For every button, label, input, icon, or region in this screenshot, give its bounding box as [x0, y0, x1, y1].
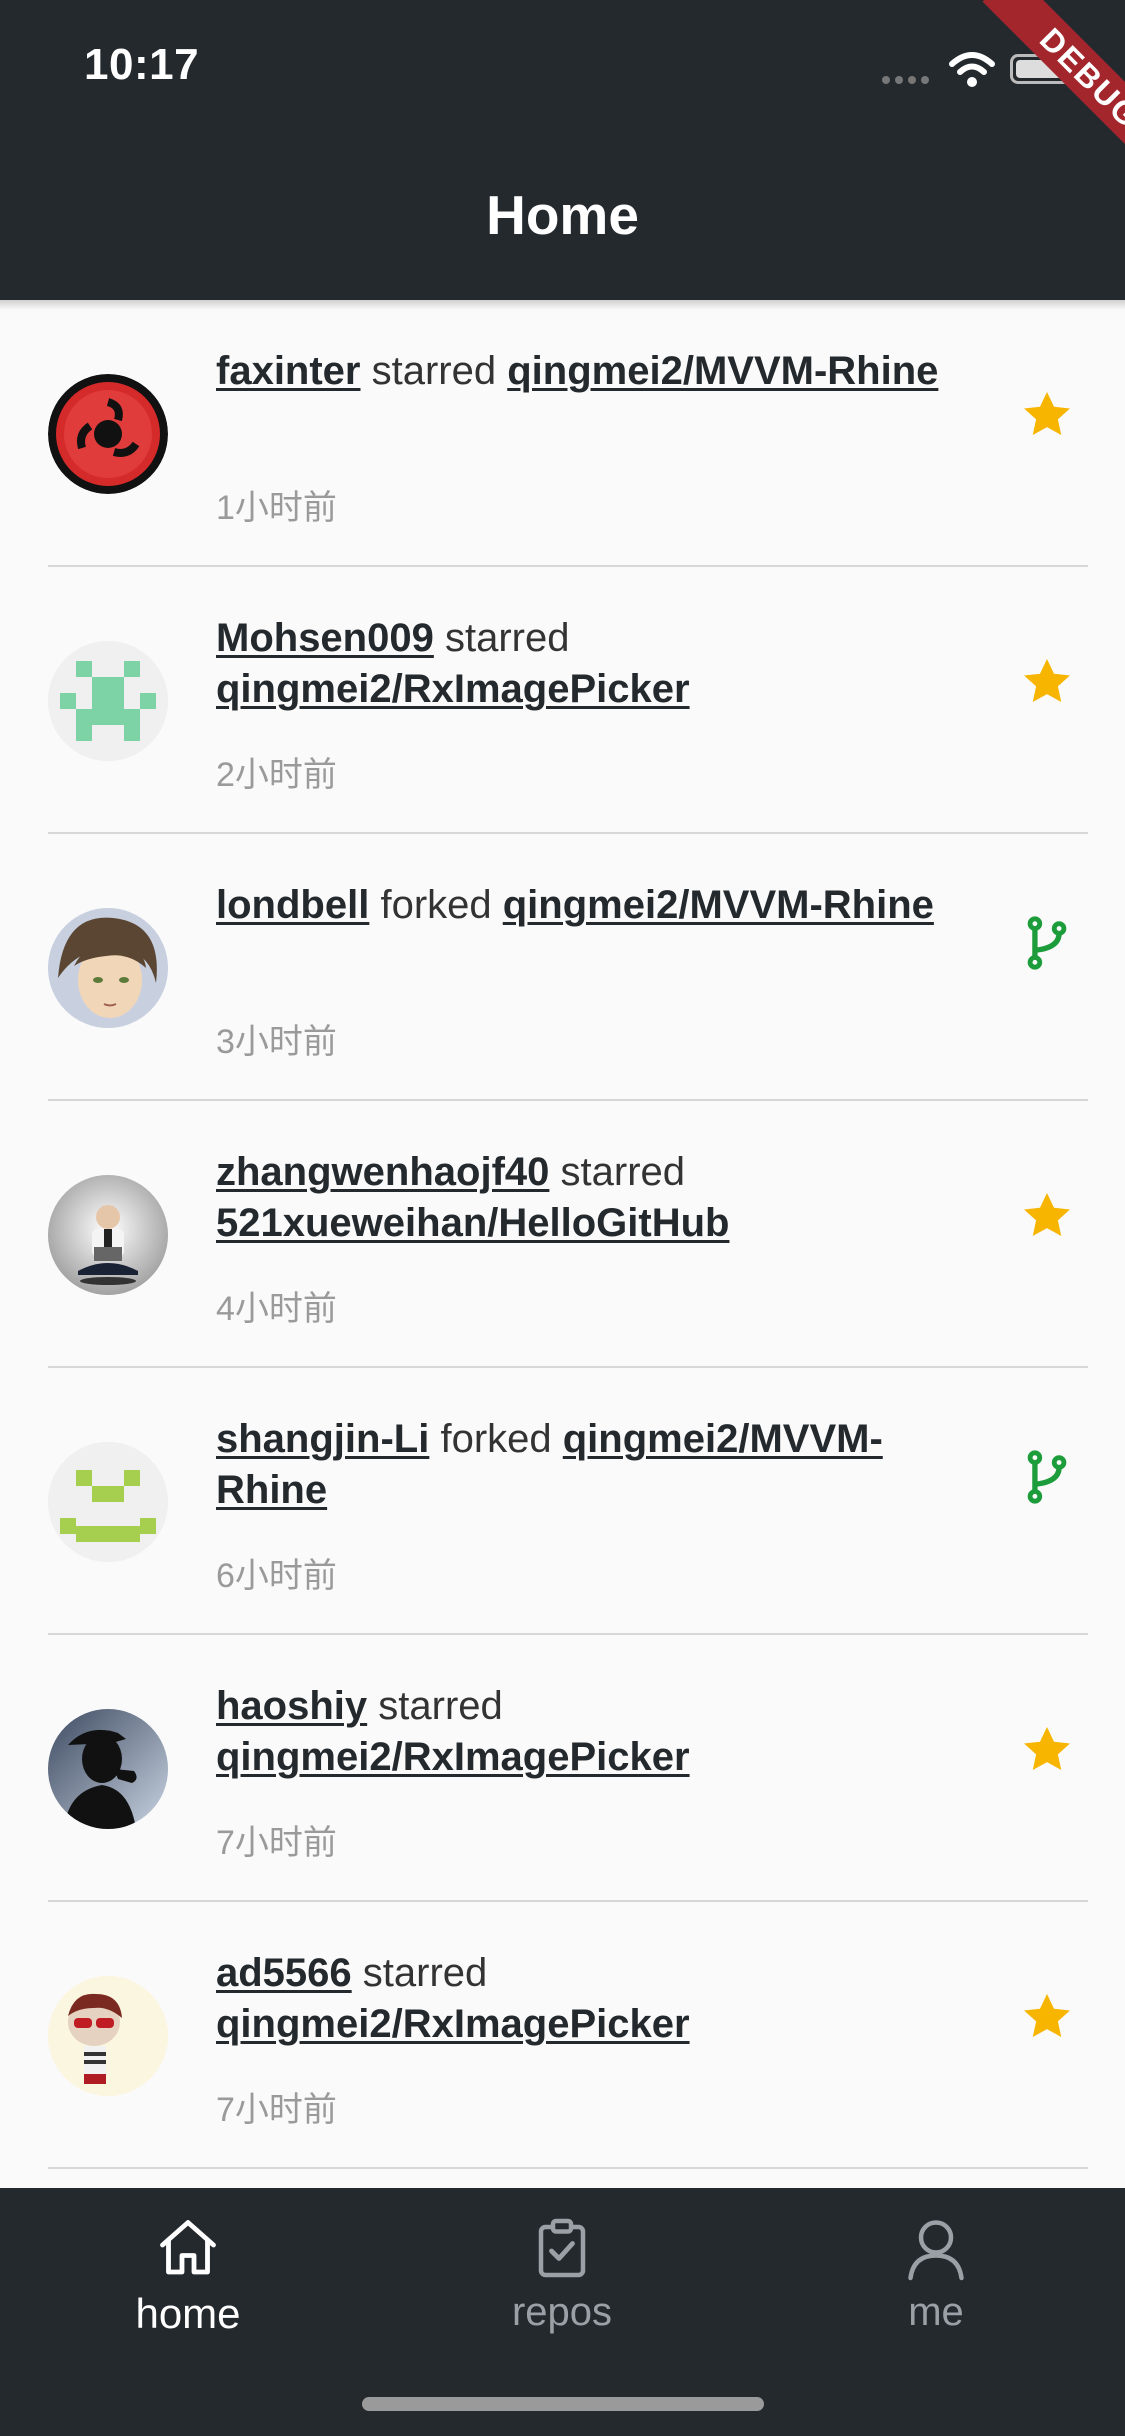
- actor-link[interactable]: shangjin-Li: [216, 1417, 429, 1461]
- star-icon: [1024, 392, 1070, 436]
- action-text: starred: [444, 616, 570, 660]
- star-icon: [1024, 1193, 1070, 1237]
- timestamp: 1小时前: [216, 489, 337, 527]
- nav-me[interactable]: me: [826, 2212, 1046, 2372]
- actor-link[interactable]: zhangwenhaojf40: [216, 1150, 549, 1194]
- actor-link[interactable]: faxinter: [216, 349, 361, 393]
- actor-link[interactable]: londbell: [216, 883, 369, 927]
- feed-item[interactable]: haoshiy starred qingmei2/RxImagePicker 7…: [0, 1635, 1125, 1902]
- star-icon: [1024, 1727, 1070, 1771]
- action-text: forked: [440, 1417, 552, 1461]
- repo-link[interactable]: qingmei2/RxImagePicker: [216, 2002, 690, 2046]
- actor-link[interactable]: haoshiy: [216, 1684, 367, 1728]
- timestamp: 7小时前: [216, 1824, 337, 1862]
- nav-repos[interactable]: repos: [452, 2212, 672, 2372]
- action-text: forked: [380, 883, 492, 927]
- avatar[interactable]: [48, 1175, 168, 1295]
- action-text: starred: [371, 349, 497, 393]
- home-indicator[interactable]: [362, 2397, 764, 2411]
- avatar[interactable]: [48, 1976, 168, 2096]
- actor-link[interactable]: ad5566: [216, 1951, 352, 1995]
- feed-item[interactable]: Mohsen009 starred qingmei2/RxImagePicker…: [0, 567, 1125, 834]
- clipboard-check-icon: [538, 2218, 586, 2278]
- timestamp: 7小时前: [216, 2091, 337, 2129]
- star-icon: [1024, 1994, 1070, 2038]
- divider: [48, 2167, 1088, 2169]
- timestamp: 4小时前: [216, 1290, 337, 1328]
- actor-link[interactable]: Mohsen009: [216, 616, 434, 660]
- feed-item[interactable]: ad5566 starred qingmei2/RxImagePicker 7小…: [0, 1902, 1125, 2169]
- repo-link[interactable]: 521xueweihan/HelloGitHub: [216, 1201, 729, 1245]
- feed-item[interactable]: londbell forked qingmei2/MVVM-Rhine 3小时前: [0, 834, 1125, 1101]
- wifi-icon: [949, 52, 995, 87]
- timestamp: 2小时前: [216, 756, 337, 794]
- page-title: Home: [486, 184, 639, 246]
- repo-link[interactable]: qingmei2/MVVM-Rhine: [503, 883, 934, 927]
- nav-home-label: home: [135, 2290, 241, 2337]
- nav-home[interactable]: home: [78, 2212, 298, 2372]
- avatar[interactable]: [48, 641, 168, 761]
- event-feed: faxinter starred qingmei2/MVVM-Rhine 1小时…: [0, 300, 1125, 2188]
- star-icon: [1024, 659, 1070, 703]
- action-text: starred: [378, 1684, 503, 1728]
- repo-link[interactable]: qingmei2/RxImagePicker: [216, 667, 690, 711]
- avatar[interactable]: [48, 1442, 168, 1562]
- feed-item[interactable]: faxinter starred qingmei2/MVVM-Rhine 1小时…: [0, 300, 1125, 567]
- feed-item[interactable]: shangjin-Li forked qingmei2/MVVM-Rhine 6…: [0, 1368, 1125, 1635]
- nav-me-label: me: [908, 2290, 964, 2334]
- repo-link[interactable]: qingmei2/MVVM-Rhine: [507, 349, 938, 393]
- avatar[interactable]: [48, 374, 168, 494]
- status-time: 10:17: [84, 40, 200, 89]
- nav-repos-label: repos: [511, 2290, 613, 2334]
- avatar[interactable]: [48, 908, 168, 1028]
- repo-link[interactable]: qingmei2/RxImagePicker: [216, 1735, 690, 1779]
- action-text: starred: [362, 1951, 488, 1995]
- home-icon: [160, 2220, 216, 2275]
- timestamp: 6小时前: [216, 1557, 337, 1595]
- debug-ribbon: DEBUG: [982, 0, 1125, 186]
- feed-item[interactable]: zhangwenhaojf40 starred 521xueweihan/Hel…: [0, 1101, 1125, 1368]
- avatar[interactable]: [48, 1709, 168, 1829]
- app-bar: 10:17 DEBUG Home: [0, 0, 1125, 300]
- fork-icon: [1027, 1450, 1067, 1504]
- signal-icon: [882, 76, 932, 84]
- action-text: starred: [560, 1150, 686, 1194]
- person-icon: [908, 2220, 964, 2281]
- fork-icon: [1027, 916, 1067, 970]
- timestamp: 3小时前: [216, 1023, 337, 1061]
